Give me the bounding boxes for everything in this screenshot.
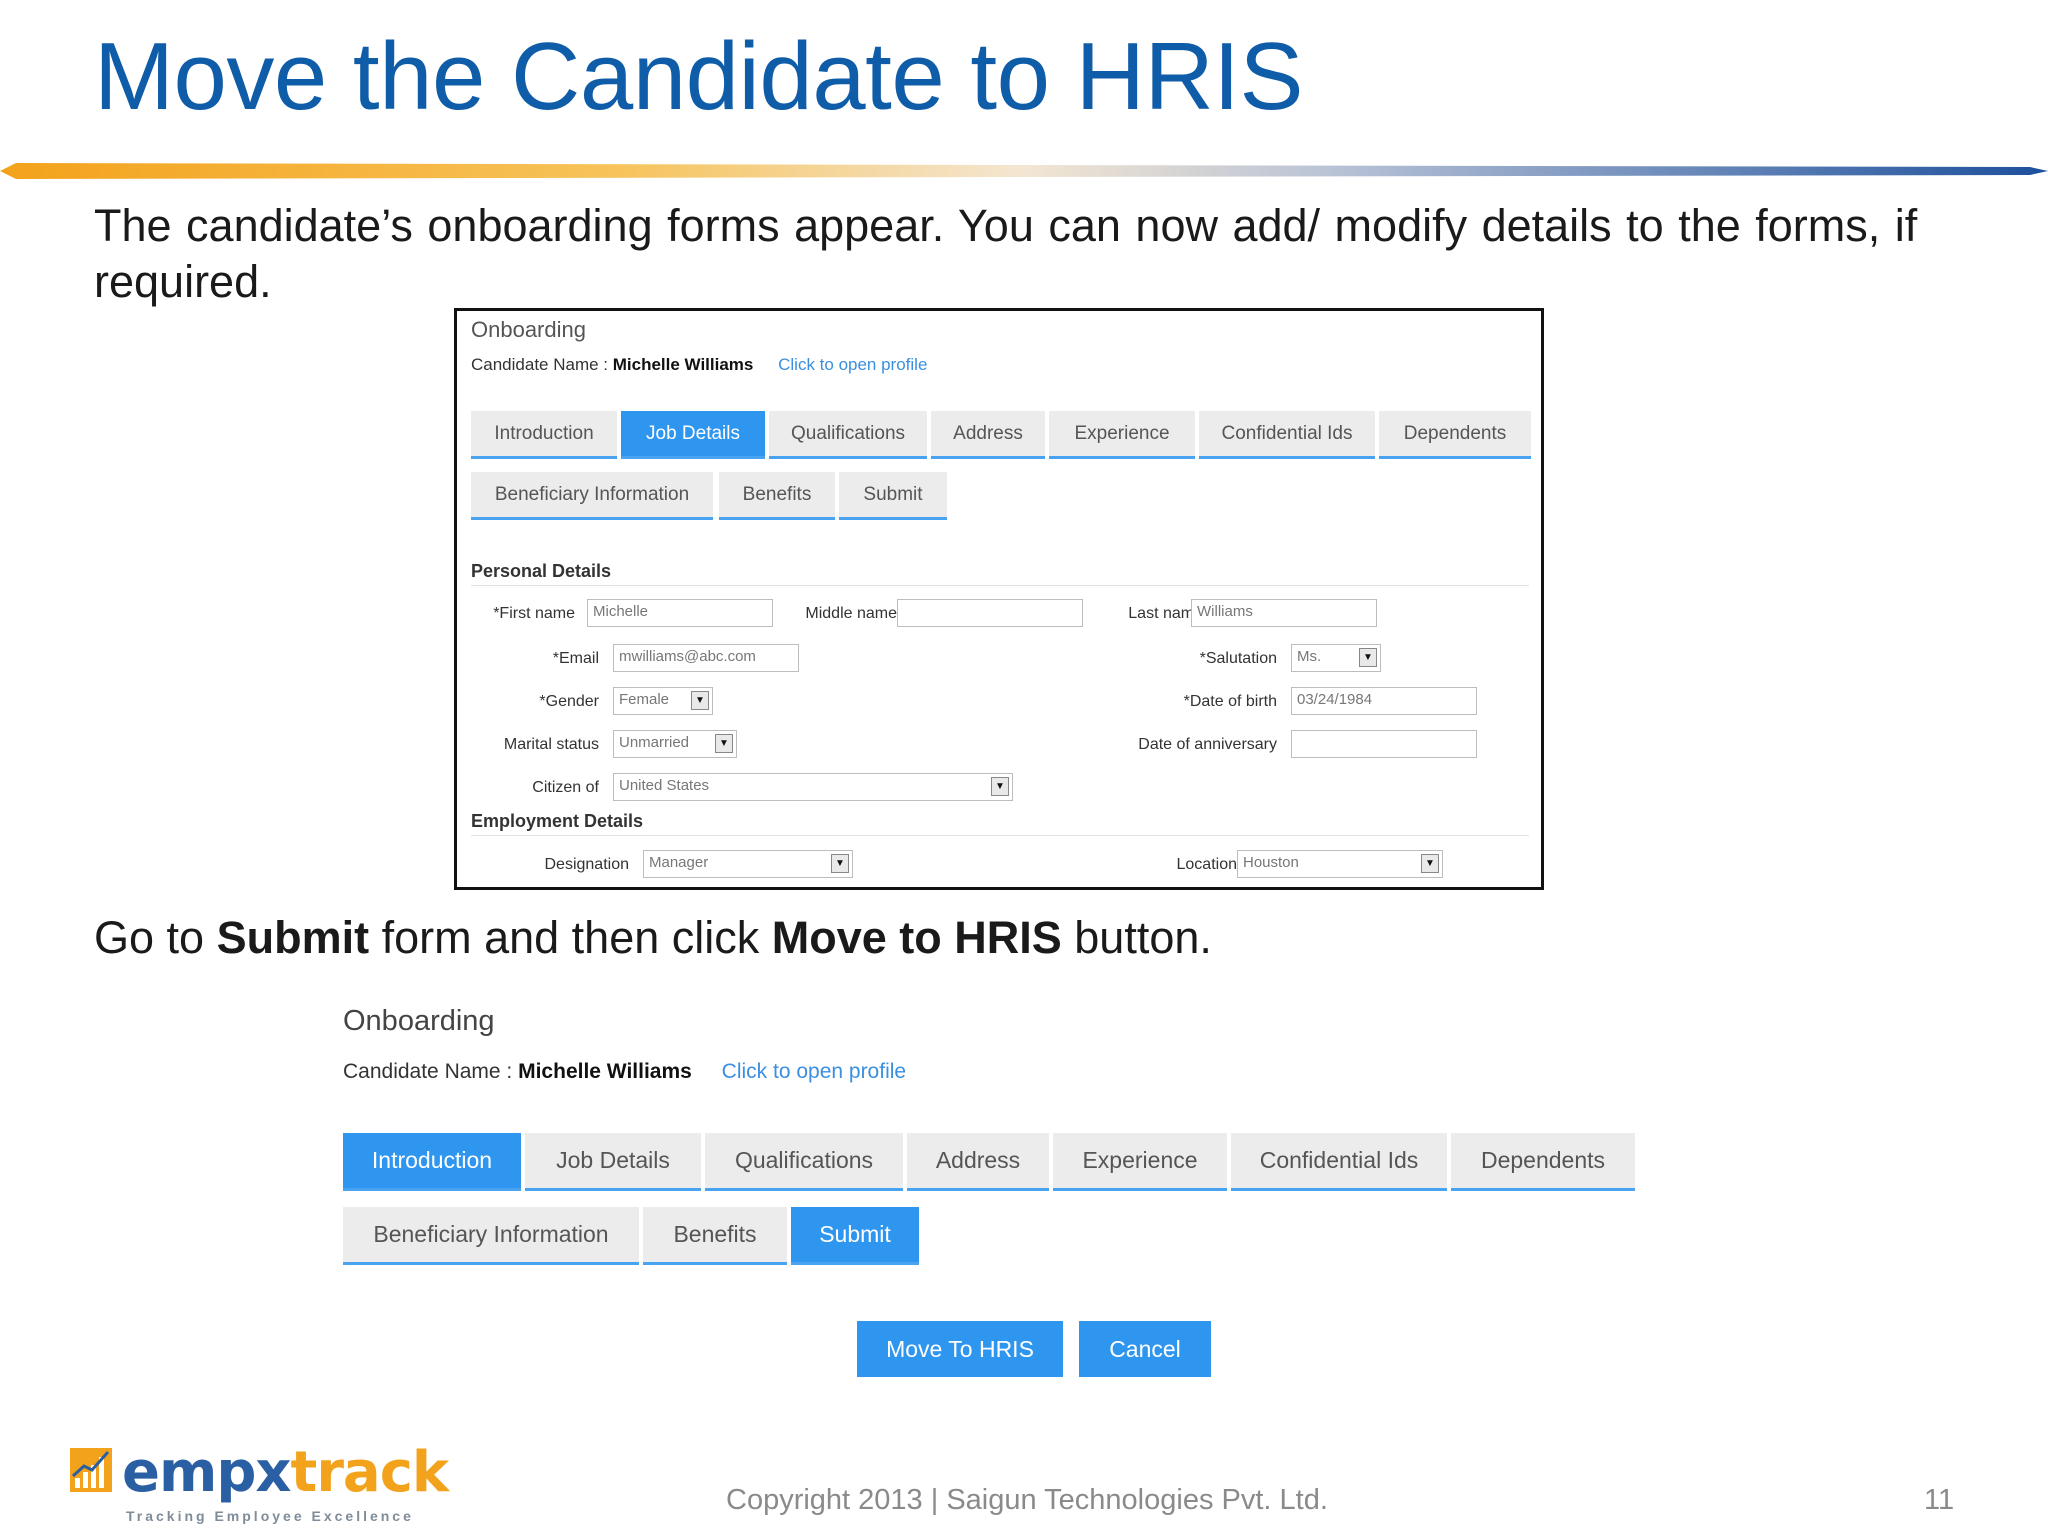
tab-experience[interactable]: Experience (1053, 1133, 1227, 1191)
tab-job-details[interactable]: Job Details (621, 411, 765, 459)
tab-benefits[interactable]: Benefits (643, 1207, 787, 1265)
designation-label: Designation (544, 856, 630, 873)
intro-paragraph: The candidate’s onboarding forms appear.… (94, 200, 1918, 307)
location-select[interactable]: Houston ▼ (1237, 850, 1443, 878)
bar-chart-logo-icon (70, 1448, 112, 1492)
tab-introduction[interactable]: Introduction (343, 1133, 521, 1191)
open-profile-link[interactable]: Click to open profile (778, 355, 927, 374)
first-name-input[interactable]: Michelle (587, 599, 773, 627)
middle-name-label: Middle name (805, 605, 897, 622)
tab-submit[interactable]: Submit (791, 1207, 919, 1265)
candidate-name: Michelle Williams (518, 1060, 692, 1083)
chevron-down-icon[interactable]: ▼ (1359, 648, 1377, 667)
chevron-down-icon[interactable]: ▼ (715, 734, 733, 753)
tab-confidential-ids[interactable]: Confidential Ids (1199, 411, 1375, 459)
gender-select[interactable]: Female ▼ (613, 687, 713, 715)
date-of-anniversary-label: Date of anniversary (1138, 736, 1277, 753)
personal-details-heading: Personal Details (471, 561, 1529, 586)
tab-submit[interactable]: Submit (839, 472, 947, 520)
location-label: Location (1176, 856, 1238, 873)
tab-qualifications[interactable]: Qualifications (705, 1133, 903, 1191)
chevron-down-icon[interactable]: ▼ (991, 777, 1009, 796)
last-name-label: Last name (1128, 605, 1203, 622)
gender-value: Female (619, 691, 670, 708)
designation-value: Manager (649, 854, 709, 871)
slide-title: Move the Candidate to HRIS (94, 23, 1303, 130)
candidate-name-line: Candidate Name : Michelle Williams Click… (343, 1060, 906, 1084)
tab-beneficiary-information[interactable]: Beneficiary Information (343, 1207, 639, 1265)
tab-introduction[interactable]: Introduction (471, 411, 617, 459)
title-divider (0, 163, 2048, 179)
logo-word-empx: empx (122, 1440, 292, 1505)
instruction-submit-word: Submit (216, 912, 370, 963)
copyright-notice: Copyright 2013 | Saigun Technologies Pvt… (726, 1484, 1328, 1516)
instruction-paragraph: Go to Submit form and then click Move to… (94, 910, 1212, 966)
empxtrack-logo: empxtrack Tracking Employee Excellence (70, 1440, 449, 1526)
marital-status-value: Unmarried (619, 734, 690, 751)
citizen-of-value: United States (619, 777, 710, 794)
date-of-birth-input[interactable]: 03/24/1984 (1291, 687, 1477, 715)
candidate-name-line: Candidate Name : Michelle Williams Click… (471, 355, 927, 375)
logo-wordmark: empxtrack (122, 1440, 450, 1505)
tab-job-details[interactable]: Job Details (525, 1133, 701, 1191)
date-of-anniversary-input[interactable] (1291, 730, 1477, 758)
cancel-button[interactable]: Cancel (1079, 1321, 1211, 1377)
tab-beneficiary-information[interactable]: Beneficiary Information (471, 472, 713, 520)
tab-qualifications[interactable]: Qualifications (769, 411, 927, 459)
instruction-text-end: button. (1061, 912, 1212, 963)
marital-status-label: Marital status (503, 736, 599, 753)
chevron-down-icon[interactable]: ▼ (1421, 854, 1439, 873)
salutation-value: Ms. (1297, 648, 1322, 665)
tab-benefits[interactable]: Benefits (719, 472, 835, 520)
employment-details-heading: Employment Details (471, 811, 1529, 836)
logo-tagline: Tracking Employee Excellence (126, 1508, 414, 1524)
last-name-input[interactable]: Williams (1191, 599, 1377, 627)
middle-name-input[interactable] (897, 599, 1083, 627)
instruction-text-start: Go to (94, 912, 217, 963)
tab-address[interactable]: Address (931, 411, 1045, 459)
move-to-hris-button[interactable]: Move To HRIS (857, 1321, 1063, 1377)
chevron-down-icon[interactable]: ▼ (691, 691, 709, 710)
tab-dependents[interactable]: Dependents (1379, 411, 1531, 459)
tab-address[interactable]: Address (907, 1133, 1049, 1191)
tab-confidential-ids[interactable]: Confidential Ids (1231, 1133, 1447, 1191)
instruction-text-middle: form and then click (369, 912, 772, 963)
citizen-of-label: Citizen of (532, 779, 599, 796)
email-input[interactable]: mwilliams@abc.com (613, 644, 799, 672)
citizen-of-select[interactable]: United States ▼ (613, 773, 1013, 801)
open-profile-link[interactable]: Click to open profile (722, 1060, 906, 1083)
tab-experience[interactable]: Experience (1049, 411, 1195, 459)
candidate-name-label: Candidate Name : (471, 355, 613, 374)
first-name-label: *First name (493, 605, 575, 622)
date-of-birth-label: *Date of birth (1183, 693, 1277, 710)
onboarding-screenshot-job-details: Onboarding Candidate Name : Michelle Wil… (454, 308, 1544, 890)
salutation-label: *Salutation (1199, 650, 1277, 667)
candidate-name-label: Candidate Name : (343, 1060, 519, 1083)
gender-label: *Gender (539, 693, 599, 710)
location-value: Houston (1243, 854, 1299, 871)
salutation-select[interactable]: Ms. ▼ (1291, 644, 1381, 672)
onboarding-screenshot-submit: Onboarding Candidate Name : Michelle Wil… (340, 1005, 1660, 1385)
designation-select[interactable]: Manager ▼ (643, 850, 853, 878)
candidate-name: Michelle Williams (612, 355, 754, 374)
email-label: *Email (552, 650, 599, 667)
logo-word-track: track (290, 1440, 450, 1505)
instruction-move-word: Move to HRIS (771, 912, 1062, 963)
onboarding-heading: Onboarding (471, 317, 586, 342)
onboarding-heading: Onboarding (343, 1005, 495, 1037)
page-number: 11 (1924, 1484, 1955, 1516)
marital-status-select[interactable]: Unmarried ▼ (613, 730, 737, 758)
chevron-down-icon[interactable]: ▼ (831, 854, 849, 873)
tab-dependents[interactable]: Dependents (1451, 1133, 1635, 1191)
